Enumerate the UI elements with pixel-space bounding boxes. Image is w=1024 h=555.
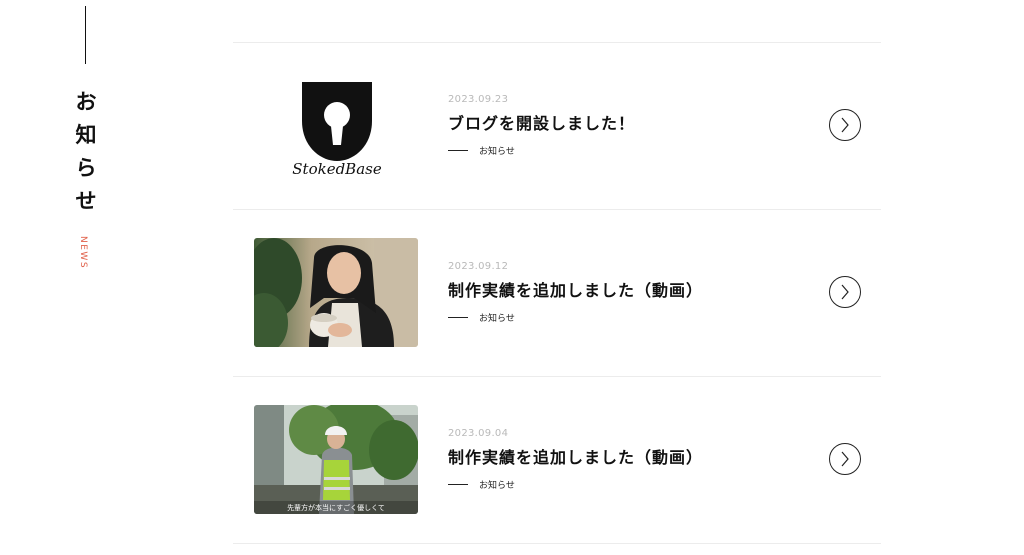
news-category-label: お知らせ <box>479 314 515 324</box>
news-date: 2023.09.23 <box>448 94 509 105</box>
news-title[interactable]: 制作実績を追加しました（動画） <box>448 280 808 302</box>
news-category: お知らせ <box>448 144 808 157</box>
woman-with-cup-photo <box>254 238 418 347</box>
chevron-right-circle-icon[interactable] <box>829 109 861 141</box>
section-heading: お 知 ら せ NEWS <box>66 0 106 300</box>
news-date: 2023.09.04 <box>448 428 509 439</box>
category-line <box>448 484 468 485</box>
chevron-right-circle-icon[interactable] <box>829 276 861 308</box>
heading-divider-line <box>85 6 86 64</box>
section-title-char: ら <box>75 156 97 180</box>
news-meta: 2023.09.23 ブログを開設しました！ お知らせ <box>448 93 808 157</box>
news-thumbnail-photo[interactable] <box>254 238 418 347</box>
news-category-label: お知らせ <box>479 481 515 491</box>
section-title-char: お <box>75 90 97 114</box>
news-list: StokedBase 2023.09.23 ブログを開設しました！ お知らせ 2… <box>233 42 881 544</box>
section-title-char: 知 <box>75 123 97 147</box>
news-page: お 知 ら せ NEWS StokedBase 2023.09.23 ブログを開… <box>0 0 1024 555</box>
chevron-right-circle-icon[interactable] <box>829 443 861 475</box>
news-meta: 2023.09.04 制作実績を追加しました（動画） お知らせ <box>448 427 808 491</box>
news-category-label: お知らせ <box>479 147 515 157</box>
video-caption: 先輩方が本当にすごく優しくて <box>287 503 385 512</box>
section-title: お 知 ら せ <box>66 86 106 218</box>
news-thumbnail-logo[interactable]: StokedBase <box>254 71 418 180</box>
news-item[interactable]: StokedBase 2023.09.23 ブログを開設しました！ お知らせ <box>233 42 881 209</box>
news-item[interactable]: 2023.09.12 制作実績を追加しました（動画） お知らせ <box>233 209 881 376</box>
news-thumbnail-photo[interactable]: 先輩方が本当にすごく優しくて <box>254 405 418 514</box>
news-item[interactable]: 先輩方が本当にすごく優しくて 2023.09.04 制作実績を追加しました（動画… <box>233 376 881 544</box>
category-line <box>448 317 468 318</box>
news-category: お知らせ <box>448 311 808 324</box>
news-meta: 2023.09.12 制作実績を追加しました（動画） お知らせ <box>448 260 808 324</box>
news-title[interactable]: 制作実績を追加しました（動画） <box>448 447 808 469</box>
news-category: お知らせ <box>448 478 808 491</box>
section-title-char: せ <box>75 189 97 213</box>
logo-text: StokedBase <box>292 160 382 178</box>
news-title[interactable]: ブログを開設しました！ <box>448 113 808 135</box>
category-line <box>448 150 468 151</box>
worker-in-safety-vest-photo: 先輩方が本当にすごく優しくて <box>254 405 418 514</box>
section-subtitle: NEWS <box>78 236 88 270</box>
news-date: 2023.09.12 <box>448 261 509 272</box>
stokedbase-logo-icon: StokedBase <box>254 71 418 180</box>
